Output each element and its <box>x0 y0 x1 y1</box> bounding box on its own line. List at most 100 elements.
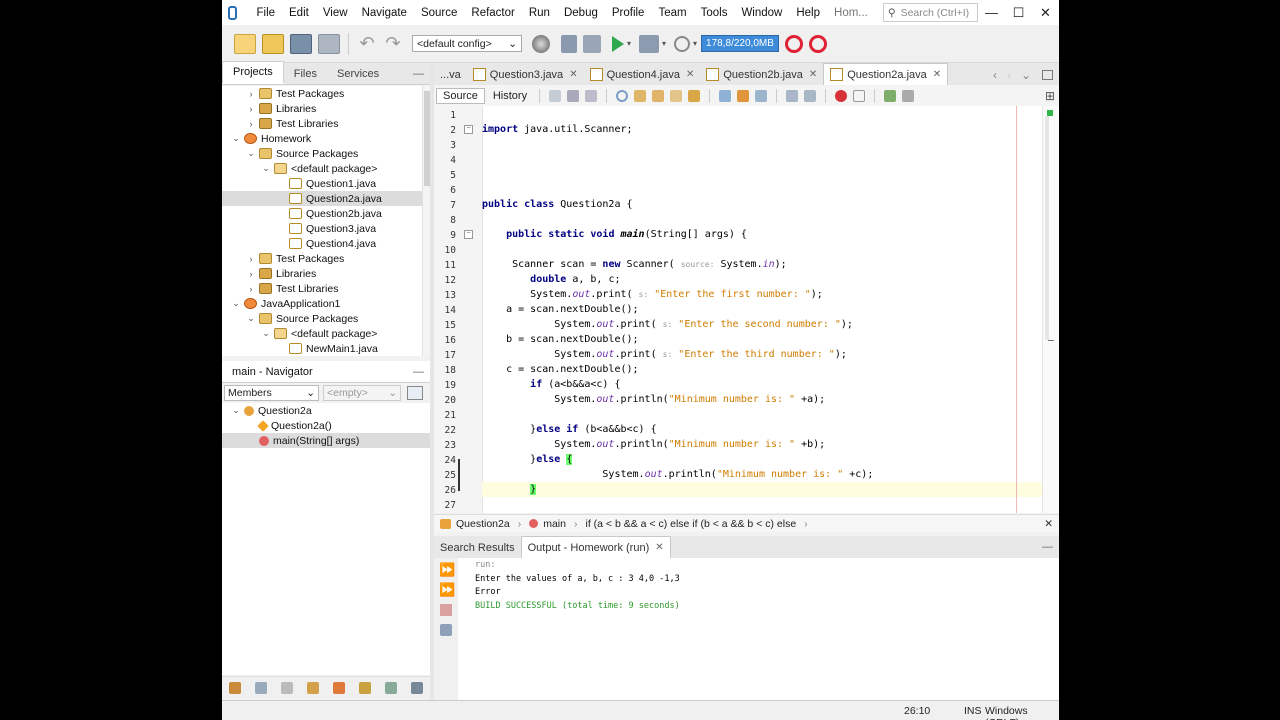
tab-question2b[interactable]: Question2b.java ✕ <box>700 64 823 85</box>
tab-question4[interactable]: Question4.java ✕ <box>584 64 701 85</box>
fold-toggle[interactable]: − <box>464 230 473 239</box>
tree-item[interactable]: Question2b.java <box>222 206 422 221</box>
members-select[interactable]: Members ⌄ <box>224 385 319 401</box>
sort-source-icon[interactable] <box>385 682 397 694</box>
menu-profile[interactable]: Profile <box>605 7 652 19</box>
maximize-editor-icon[interactable] <box>1042 69 1053 80</box>
cursor-position[interactable]: 26:10 <box>904 705 930 717</box>
tree-item[interactable]: ⌄ Source Packages <box>222 311 422 326</box>
tree-item[interactable]: ⌄ Question2a <box>222 403 430 418</box>
chevron-right-icon[interactable]: › <box>245 284 257 294</box>
tree-item[interactable]: ⌄ <default package> <box>222 326 422 341</box>
close-tab-icon[interactable]: ✕ <box>686 69 694 80</box>
profile-icon[interactable] <box>674 35 691 52</box>
clean-build-icon[interactable] <box>583 34 601 53</box>
tab-projects[interactable]: Projects <box>222 61 284 84</box>
tab-question2a[interactable]: Question2a.java ✕ <box>823 63 949 85</box>
run-icon[interactable] <box>612 35 624 52</box>
menu-debug[interactable]: Debug <box>557 7 605 19</box>
breadcrumb-class[interactable]: Question2a <box>456 518 510 530</box>
toggle-bookmark-icon[interactable] <box>755 89 768 102</box>
stop-icon[interactable] <box>440 604 452 616</box>
gc-icon[interactable] <box>784 34 803 53</box>
filter-inner-icon[interactable] <box>333 682 345 694</box>
menu-window[interactable]: Window <box>734 7 789 19</box>
close-tab-icon[interactable]: ✕ <box>809 69 817 80</box>
sort-type-icon[interactable] <box>411 682 423 694</box>
menu-navigate[interactable]: Navigate <box>355 7 414 19</box>
tree-item[interactable]: › Test Libraries <box>222 116 422 131</box>
find-icon[interactable] <box>616 89 629 102</box>
comment-icon[interactable] <box>884 89 897 102</box>
sort-name-icon[interactable] <box>359 682 371 694</box>
filter-settings-icon[interactable] <box>407 386 423 400</box>
tree-item[interactable]: Question4.java <box>222 236 422 251</box>
tab-search-results[interactable]: Search Results <box>434 537 521 558</box>
rerun-params-icon[interactable]: ⏩ <box>439 582 458 598</box>
breadcrumb-method[interactable]: main <box>543 518 566 530</box>
tree-item[interactable]: main(String[] args) <box>222 433 430 448</box>
settings-icon[interactable] <box>440 624 452 636</box>
config-select[interactable]: <default config> ⌄ <box>412 35 522 52</box>
chevron-down-icon[interactable]: ⌄ <box>260 163 272 174</box>
tree-item[interactable]: › Test Libraries <box>222 281 422 296</box>
tree-item[interactable]: Question2a() <box>222 418 430 433</box>
close-tab-icon[interactable]: ✕ <box>933 69 941 80</box>
chevron-down-icon[interactable]: ⌄ <box>245 148 257 159</box>
menu-run[interactable]: Run <box>522 7 557 19</box>
undo-icon[interactable]: ↶ <box>357 34 377 53</box>
next-bookmark-icon[interactable] <box>737 89 750 102</box>
back-icon[interactable] <box>567 89 580 102</box>
chevron-down-icon[interactable]: ⌄ <box>1021 68 1031 82</box>
minimize-button[interactable]: — <box>978 5 1005 21</box>
empty-select[interactable]: <empty> ⌄ <box>323 385 401 401</box>
stop-macro-icon[interactable] <box>853 89 866 102</box>
search-input[interactable]: ⚲ Search (Ctrl+I) <box>882 3 978 22</box>
toggle-highlight-icon[interactable] <box>688 89 701 102</box>
uncomment-icon[interactable] <box>902 89 915 102</box>
redo-icon[interactable]: ↷ <box>383 34 403 53</box>
close-breadcrumb-icon[interactable]: ✕ <box>1044 518 1053 530</box>
chevron-right-icon[interactable]: › <box>1007 68 1011 82</box>
find-next-icon[interactable] <box>652 89 665 102</box>
tree-item[interactable]: Question3.java <box>222 221 422 236</box>
tree-item[interactable]: NewMain1.java <box>222 341 422 356</box>
save-all-icon[interactable] <box>318 33 340 54</box>
chevron-right-icon[interactable]: › <box>245 89 257 99</box>
chevron-right-icon[interactable]: › <box>245 104 257 114</box>
filter-static-icon[interactable] <box>281 682 293 694</box>
chevron-left-icon[interactable]: ‹ <box>993 68 997 82</box>
menu-view[interactable]: View <box>316 7 355 19</box>
tree-item[interactable]: › Test Packages <box>222 86 422 101</box>
close-tab-icon[interactable]: ✕ <box>655 542 663 553</box>
start-macro-icon[interactable] <box>835 89 848 102</box>
menu-help[interactable]: Help <box>789 7 827 19</box>
chevron-down-icon[interactable]: ⌄ <box>260 328 272 339</box>
menu-source[interactable]: Source <box>414 7 464 19</box>
tab-services[interactable]: Services <box>327 64 389 84</box>
memory-indicator[interactable]: 178,8/220,0MB <box>701 35 779 52</box>
globe-icon[interactable] <box>532 34 550 53</box>
source-button[interactable]: Source <box>436 87 485 104</box>
tree-item[interactable]: › Test Packages <box>222 251 422 266</box>
minimize-panel-icon[interactable]: — <box>413 68 424 80</box>
tree-item[interactable]: Question1.java <box>222 176 422 191</box>
chevron-down-icon[interactable]: ⌄ <box>230 298 242 309</box>
debug-icon[interactable] <box>639 34 660 53</box>
find-selection-icon[interactable] <box>670 89 683 102</box>
breadcrumb-context[interactable]: if (a < b && a < c) else if (b < a && b … <box>585 518 796 530</box>
forward-icon[interactable] <box>585 89 598 102</box>
prev-bookmark-icon[interactable] <box>719 89 732 102</box>
close-tab-icon[interactable]: ✕ <box>569 69 577 80</box>
shift-left-icon[interactable] <box>786 89 799 102</box>
history-button[interactable]: History <box>487 89 533 103</box>
menu-tools[interactable]: Tools <box>694 7 735 19</box>
tree-item[interactable]: Question2a.java <box>222 191 422 206</box>
tree-item[interactable]: ⌄ Source Packages <box>222 146 422 161</box>
chevron-right-icon[interactable]: › <box>245 254 257 264</box>
tab-files[interactable]: Files <box>284 64 327 84</box>
tree-item[interactable]: › Libraries <box>222 101 422 116</box>
tree-item[interactable]: › Libraries <box>222 266 422 281</box>
rerun-icon[interactable]: ⏩ <box>439 562 458 578</box>
profiler-snapshot-icon[interactable] <box>808 34 827 53</box>
